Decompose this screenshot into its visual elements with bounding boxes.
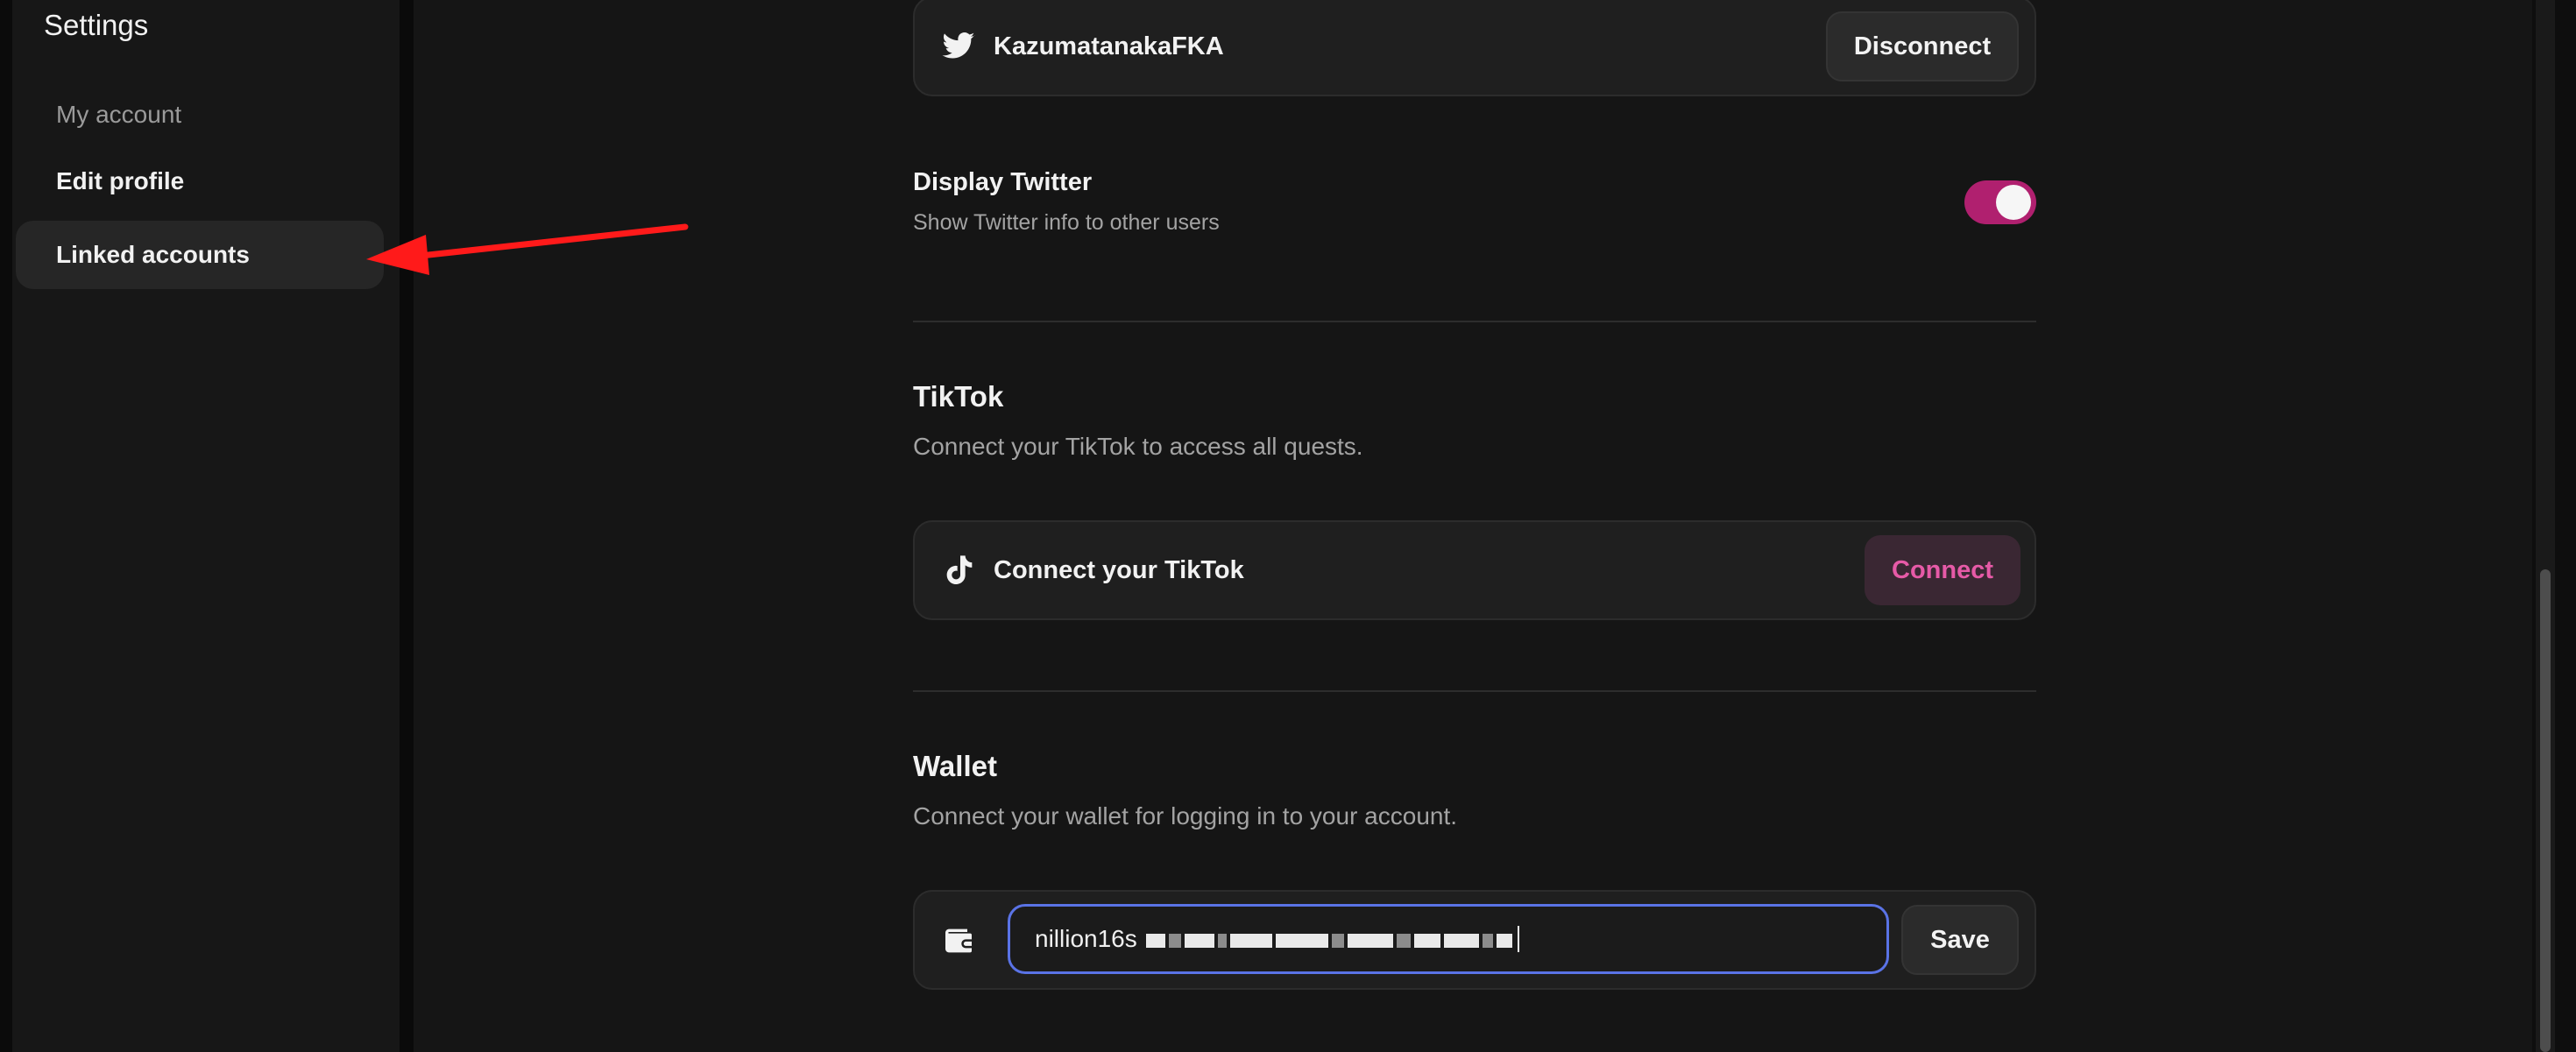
twitter-account-name: KazumatanakaFKA xyxy=(994,32,1224,60)
section-divider xyxy=(913,321,2036,322)
save-wallet-button[interactable]: Save xyxy=(1901,905,2019,975)
sidebar-item-label: My account xyxy=(56,101,182,128)
tiktok-icon xyxy=(946,555,973,584)
disconnect-twitter-button[interactable]: Disconnect xyxy=(1826,11,2019,81)
sidebar-item-linked-accounts[interactable]: Linked accounts xyxy=(16,221,384,289)
wallet-section-title: Wallet xyxy=(913,750,997,782)
toggle-knob xyxy=(1996,185,2031,220)
display-twitter-label: Display Twitter xyxy=(913,168,1093,196)
tiktok-connect-card: Connect your TikTok Connect xyxy=(913,520,2036,620)
text-caret xyxy=(1517,926,1519,952)
sidebar-item-my-account[interactable]: My account xyxy=(16,81,384,149)
tiktok-section-description: Connect your TikTok to access all quests… xyxy=(913,433,1363,460)
wallet-icon xyxy=(945,928,972,953)
connect-tiktok-button[interactable]: Connect xyxy=(1865,535,2020,605)
display-twitter-toggle[interactable] xyxy=(1964,180,2036,224)
wallet-card: nillion16s Save xyxy=(913,890,2036,990)
window-left-edge xyxy=(0,0,12,1052)
sidebar-divider xyxy=(400,0,414,1052)
section-divider xyxy=(913,690,2036,692)
wallet-address-text: nillion16s xyxy=(1035,925,1137,952)
tiktok-section-title: TikTok xyxy=(913,380,1004,413)
app-window: Settings My account Edit profile Linked … xyxy=(0,0,2576,1052)
tiktok-card-label: Connect your TikTok xyxy=(994,555,1244,584)
scrollbar-thumb[interactable] xyxy=(2540,569,2551,1052)
sidebar-item-label: Linked accounts xyxy=(56,241,250,268)
wallet-address-input[interactable]: nillion16s xyxy=(1008,904,1889,974)
twitter-account-card: KazumatanakaFKA Disconnect xyxy=(913,0,2036,96)
redacted-address xyxy=(1145,925,1516,953)
display-twitter-description: Show Twitter info to other users xyxy=(913,210,1220,235)
sidebar-item-label: Edit profile xyxy=(56,167,185,194)
twitter-bird-icon xyxy=(942,32,975,59)
wallet-section-description: Connect your wallet for logging in to yo… xyxy=(913,802,1458,830)
sidebar-title: Settings xyxy=(44,9,149,41)
sidebar-item-edit-profile[interactable]: Edit profile xyxy=(16,147,384,215)
